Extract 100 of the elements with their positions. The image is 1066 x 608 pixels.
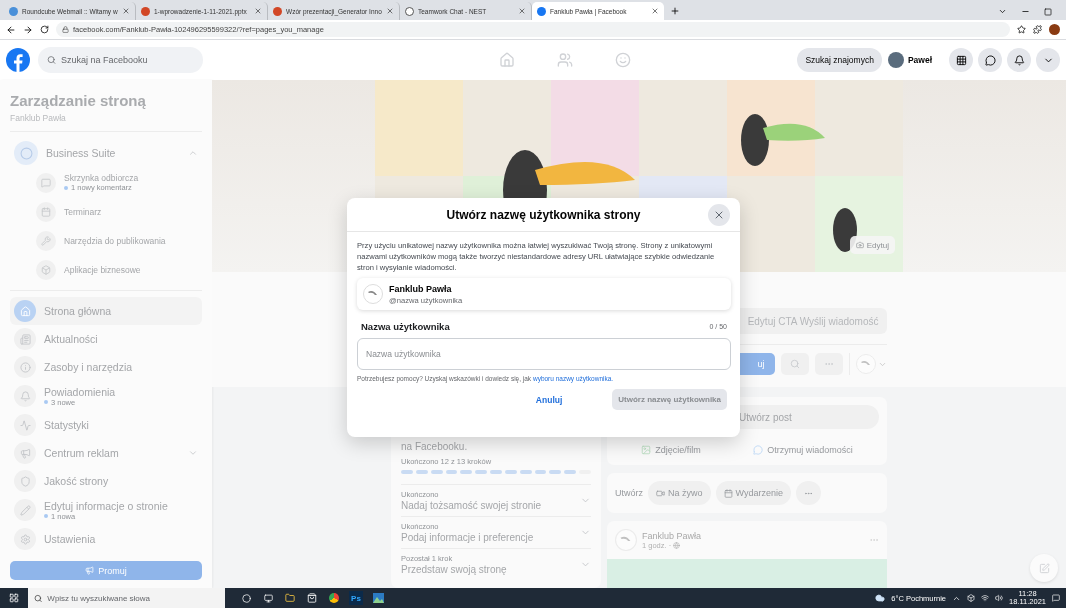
pencil-icon [19, 504, 31, 516]
network-icon[interactable] [981, 594, 989, 602]
search-field[interactable]: Szukaj na Facebooku [38, 47, 203, 73]
task-view-icon [263, 593, 273, 603]
search-input[interactable]: Szukaj na Facebooku [61, 47, 194, 73]
edit-cover-button[interactable]: Edytuj [849, 236, 895, 254]
unread-dot [44, 514, 48, 518]
sidebar-title: Zarządzanie stroną [10, 92, 147, 109]
favicon-icon [273, 6, 282, 16]
sidebar-subitem[interactable]: Narzędzia do publikowania [10, 226, 202, 255]
logo-icon[interactable] [6, 48, 30, 72]
find-friends-button[interactable]: Szukaj znajomych [797, 48, 882, 72]
close-icon[interactable] [122, 7, 130, 15]
sidebar-item[interactable]: Aktualności [10, 325, 202, 353]
tools-icon [41, 235, 51, 246]
photo-icon [641, 445, 652, 455]
bell-icon [1013, 54, 1025, 66]
page-name: Fanklub Pawła [389, 283, 453, 294]
sidebar-item[interactable]: Ustawienia [10, 525, 202, 553]
favicon-icon [141, 6, 150, 16]
bag-icon [307, 593, 317, 603]
close-button[interactable] [708, 204, 730, 226]
maximize-icon[interactable] [1044, 7, 1052, 16]
close-icon[interactable] [518, 7, 526, 15]
circle-icon [241, 593, 251, 603]
notifications-button[interactable] [1007, 48, 1031, 72]
tray-icon[interactable] [967, 594, 975, 602]
forward-icon[interactable] [23, 24, 33, 35]
landscape-icon [372, 593, 384, 603]
field-label: Nazwa użytkownika [361, 321, 450, 332]
profile-avatar[interactable] [1049, 24, 1060, 35]
weather-icon[interactable] [875, 593, 886, 603]
star-icon[interactable] [1017, 25, 1026, 34]
grid-icon [955, 54, 967, 66]
avatar-icon [887, 52, 904, 68]
shield-icon [19, 475, 31, 487]
folder-icon [285, 593, 295, 603]
page-name: Fanklub Pawła [10, 113, 67, 123]
promote-button[interactable]: Promuj [10, 561, 202, 580]
sidebar-subitem[interactable]: Aplikacje biznesowe [10, 255, 202, 284]
chat-icon [41, 177, 51, 188]
sidebar-item[interactable]: Strona główna [10, 297, 202, 325]
news-icon [19, 333, 31, 345]
caret-icon[interactable] [998, 7, 1007, 16]
sidebar-subitem[interactable]: Terminarz [10, 197, 202, 226]
create-label: Utwórz [615, 488, 643, 498]
unread-dot [44, 400, 48, 404]
reload-icon[interactable] [40, 25, 49, 34]
megaphone-icon [85, 566, 95, 575]
username-field[interactable]: Nazwa użytkownika [357, 338, 731, 370]
chart-icon [19, 419, 31, 431]
avatar-icon [363, 284, 383, 304]
video-icon [656, 488, 665, 498]
dialog-title: Utwórz nazwę użytkownika strony [446, 207, 641, 222]
create-chip[interactable]: Na żywo [648, 481, 711, 505]
profile-button[interactable]: Paweł [885, 48, 940, 72]
calendar-icon [41, 206, 51, 217]
cancel-button[interactable]: Anuluj [495, 390, 603, 409]
search-icon [47, 55, 57, 65]
close-icon [713, 209, 725, 221]
taskbar-app[interactable]: Ps [345, 588, 367, 608]
chat-icon [984, 54, 996, 66]
menu-button[interactable] [949, 48, 973, 72]
sidebar-item[interactable]: Statystyki [10, 411, 202, 439]
close-icon[interactable] [651, 7, 659, 15]
info-icon [19, 361, 31, 373]
sidebar-item[interactable]: Jakość strony [10, 467, 202, 495]
extensions-icon[interactable] [1033, 25, 1042, 34]
close-icon[interactable] [254, 7, 262, 15]
favicon-icon [405, 6, 414, 16]
new-tab-icon[interactable] [670, 6, 680, 16]
favicon-icon [9, 6, 18, 16]
calendar-icon [723, 488, 733, 498]
composer-action[interactable]: Otrzymuj wiadomości [749, 443, 857, 457]
sidebar-item[interactable]: Centrum reklam [10, 439, 202, 467]
search-icon [34, 593, 43, 603]
create-chip[interactable]: Wydarzenie [715, 481, 791, 505]
sidebar-item[interactable]: Business Suite [10, 138, 202, 168]
megaphone-icon [19, 447, 31, 459]
lock-icon [62, 26, 69, 33]
composer-action[interactable]: Zdjęcie/film [637, 443, 705, 457]
setup-text: na Facebooku. [401, 441, 469, 452]
compose-icon [1038, 562, 1050, 574]
volume-icon[interactable] [995, 594, 1003, 602]
settings-icon [19, 533, 31, 545]
globe-icon [673, 541, 681, 549]
messenger-button[interactable] [978, 48, 1002, 72]
close-icon[interactable] [386, 7, 394, 15]
windows-icon [9, 593, 19, 603]
sidebar-item[interactable]: Zasoby i narzędzia [10, 353, 202, 381]
notifications-icon[interactable] [1052, 594, 1060, 602]
favicon-icon [537, 6, 546, 16]
avatar-icon [615, 529, 637, 551]
back-icon[interactable] [6, 24, 16, 35]
search-icon [789, 359, 800, 369]
chat-icon [753, 445, 764, 455]
cube-icon [41, 264, 51, 275]
camera-icon [855, 241, 864, 249]
browser-icon [329, 593, 339, 603]
home-icon [19, 305, 31, 317]
